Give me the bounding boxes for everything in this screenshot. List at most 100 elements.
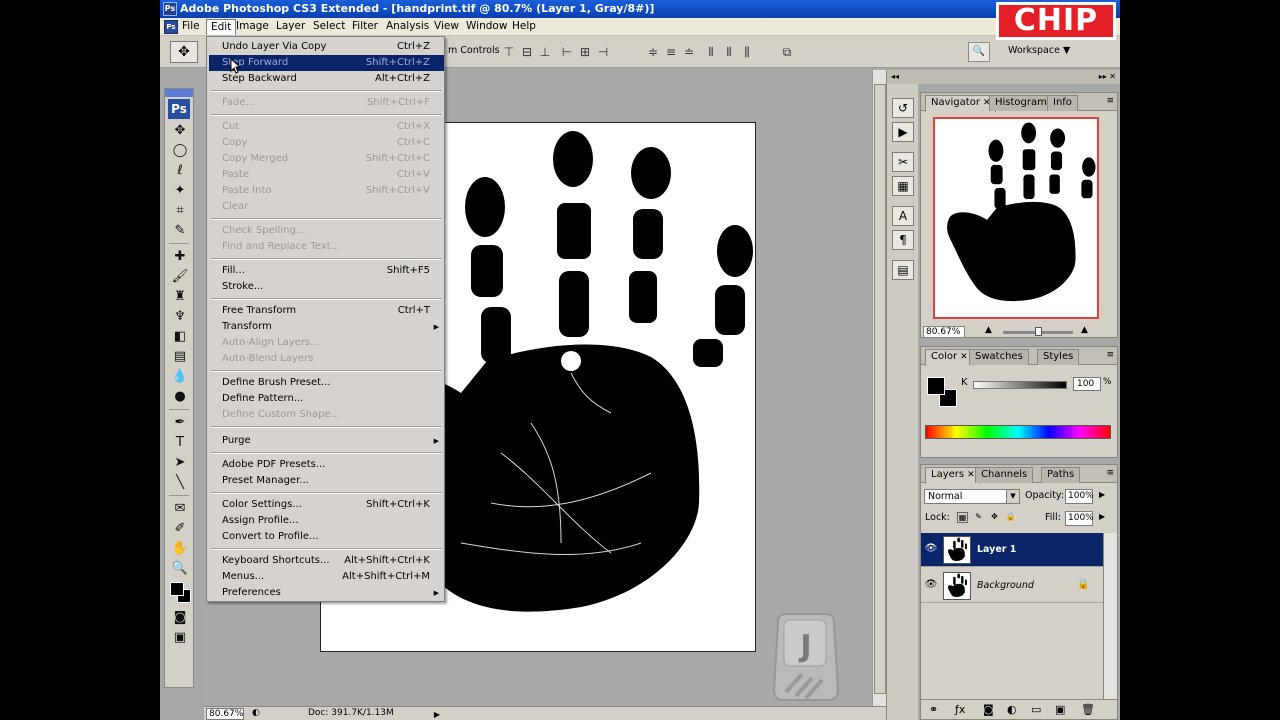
menu-item-free-transform[interactable]: Free Transform Ctrl+T — [209, 303, 444, 319]
menu-item-menus[interactable]: Menus... Alt+Shift+Ctrl+M — [209, 569, 444, 585]
adjustment-layer-icon[interactable]: ◐ — [1007, 703, 1017, 716]
align-vcenter-icon[interactable]: ⊟ — [520, 45, 534, 59]
align-left-icon[interactable]: ⊢ — [560, 45, 574, 59]
lock-position-icon[interactable]: ✥ — [989, 512, 1000, 523]
menu-layer[interactable]: Layer — [272, 19, 309, 35]
zoom-tool-icon[interactable]: 🔍 — [168, 559, 192, 578]
expand-dock-icon[interactable]: ◂◂ — [887, 70, 918, 84]
align-right-icon[interactable]: ⊣ — [596, 45, 610, 59]
menu-item-purge[interactable]: Purge ▶ — [209, 433, 444, 449]
menu-item-copy[interactable]: Copy Ctrl+C — [209, 135, 444, 151]
panel-menu-icon[interactable]: ≡ — [1106, 96, 1114, 106]
document-scrollbar[interactable] — [872, 70, 886, 706]
tab-info[interactable]: Info — [1047, 95, 1078, 111]
menu-item-transform[interactable]: Transform ▶ — [209, 319, 444, 335]
zoom-in-icon[interactable]: ▲ — [1081, 325, 1088, 335]
slice-tool-icon[interactable]: ✎ — [168, 221, 192, 240]
menu-item-undo[interactable]: Undo Layer Via Copy Ctrl+Z — [209, 39, 444, 55]
menu-item-clear[interactable]: Clear — [209, 199, 444, 215]
tool-presets-panel-icon[interactable]: ✂ — [892, 152, 914, 172]
blur-tool-icon[interactable]: 💧 — [168, 367, 192, 386]
eraser-tool-icon[interactable]: ◧ — [168, 327, 192, 346]
move-tool-preset-icon[interactable]: ✥ — [170, 41, 198, 63]
close-icon[interactable]: ✕ — [960, 352, 968, 362]
scrollbar-thumb[interactable] — [874, 84, 886, 694]
healing-brush-tool-icon[interactable]: ✚ — [168, 247, 192, 266]
align-hcenter-icon[interactable]: ⊞ — [578, 45, 592, 59]
auto-align-icon[interactable]: ⧉ — [780, 45, 794, 59]
layer-row-background[interactable]: 👁 Background 🔒 — [921, 569, 1103, 603]
status-menu-arrow-icon[interactable]: ▶ — [432, 708, 442, 720]
menu-item-paste-into[interactable]: Paste Into Shift+Ctrl+V — [209, 183, 444, 199]
menu-item-preset-manager[interactable]: Preset Manager... — [209, 473, 444, 489]
crop-tool-icon[interactable]: ⌗ — [168, 201, 192, 220]
menu-item-check-spelling[interactable]: Check Spelling... — [209, 223, 444, 239]
distribute-right-icon[interactable]: ⫼ — [740, 45, 754, 59]
opacity-field[interactable]: 100% — [1065, 489, 1094, 504]
menu-item-step-backward[interactable]: Step Backward Alt+Ctrl+Z — [209, 71, 444, 87]
color-panel-foreground[interactable] — [927, 377, 945, 395]
menu-item-pdf-presets[interactable]: Adobe PDF Presets... — [209, 457, 444, 473]
workspace-menu[interactable]: Workspace ▼ — [1008, 45, 1070, 56]
opacity-arrow-icon[interactable]: ▶ — [1099, 490, 1105, 499]
menu-select[interactable]: Select — [309, 19, 349, 35]
move-tool-icon[interactable]: ✥ — [168, 121, 192, 140]
color-spectrum-bar[interactable] — [925, 425, 1111, 439]
chevron-down-icon[interactable]: ▼ — [1006, 490, 1019, 503]
navigator-preview[interactable] — [933, 117, 1099, 319]
layer-style-icon[interactable]: ƒx — [955, 703, 965, 716]
menu-item-fill[interactable]: Fill... Shift+F5 — [209, 263, 444, 279]
bridge-icon[interactable]: 🔍 — [968, 42, 990, 62]
distribute-hcenter-icon[interactable]: ⦀ — [722, 45, 736, 59]
type-tool-icon[interactable]: T — [168, 433, 192, 452]
distribute-left-icon[interactable]: ⫴ — [704, 45, 718, 59]
tab-histogram[interactable]: Histogram — [989, 95, 1053, 111]
toolbox-logo[interactable]: Ps — [168, 99, 190, 119]
align-top-icon[interactable]: ⊤ — [502, 45, 516, 59]
distribute-vcenter-icon[interactable]: ≡ — [664, 45, 678, 59]
menu-item-define-brush[interactable]: Define Brush Preset... — [209, 375, 444, 391]
menu-image[interactable]: Image — [232, 19, 273, 35]
lock-all-icon[interactable]: 🔒 — [1005, 512, 1016, 523]
clone-stamp-tool-icon[interactable]: ♜ — [168, 287, 192, 306]
tab-channels[interactable]: Channels — [975, 467, 1034, 483]
menu-item-preferences[interactable]: Preferences ▶ — [209, 585, 444, 601]
navigator-zoom-field[interactable]: 80.67% — [923, 326, 965, 338]
menu-item-auto-blend[interactable]: Auto-Blend Layers — [209, 351, 444, 367]
path-selection-tool-icon[interactable]: ➤ — [168, 453, 192, 472]
screen-mode-icon[interactable]: ▣ — [168, 628, 192, 647]
menu-item-color-settings[interactable]: Color Settings... Shift+Ctrl+K — [209, 497, 444, 513]
character-panel-icon[interactable]: A — [892, 206, 914, 226]
color-swatches[interactable] — [168, 580, 192, 606]
panel-menu-icon[interactable]: ≡ — [1106, 350, 1114, 360]
menu-item-step-forward[interactable]: Step Forward Shift+Ctrl+Z — [209, 55, 444, 71]
menu-file[interactable]: File — [178, 19, 204, 35]
zoom-slider-handle[interactable] — [1035, 327, 1042, 336]
menu-window[interactable]: Window — [462, 19, 511, 35]
menu-analysis[interactable]: Analysis — [382, 19, 433, 35]
brushes-panel-icon[interactable]: ▦ — [892, 176, 914, 196]
notes-tool-icon[interactable]: ✉ — [168, 499, 192, 518]
menu-item-define-pattern[interactable]: Define Pattern... — [209, 391, 444, 407]
menu-item-convert-profile[interactable]: Convert to Profile... — [209, 529, 444, 545]
tab-swatches[interactable]: Swatches — [969, 349, 1029, 365]
brush-tool-icon[interactable]: 🖌 — [168, 267, 192, 286]
blend-mode-select[interactable]: Normal ▼ — [924, 489, 1020, 504]
marquee-tool-icon[interactable]: ◯ — [168, 141, 192, 160]
new-layer-icon[interactable]: ▣ — [1055, 703, 1065, 716]
dodge-tool-icon[interactable]: ● — [168, 387, 192, 406]
ps-menu-icon[interactable]: Ps — [164, 20, 178, 34]
toolbox-header[interactable] — [165, 89, 193, 97]
paragraph-panel-icon[interactable]: ¶ — [892, 230, 914, 250]
tab-color[interactable]: Color ✕ — [925, 349, 974, 366]
align-bottom-icon[interactable]: ⊥ — [538, 45, 552, 59]
k-value-field[interactable]: 100 — [1073, 377, 1101, 391]
menu-item-stroke[interactable]: Stroke... — [209, 279, 444, 295]
tab-styles[interactable]: Styles — [1037, 349, 1080, 365]
menu-item-copy-merged[interactable]: Copy Merged Shift+Ctrl+C — [209, 151, 444, 167]
menu-item-fade[interactable]: Fade... Shift+Ctrl+F — [209, 95, 444, 111]
transform-controls-label[interactable]: m Controls — [448, 45, 500, 56]
link-layers-icon[interactable]: ⚭ — [929, 703, 938, 716]
menu-filter[interactable]: Filter — [348, 19, 382, 35]
gradient-tool-icon[interactable]: ▤ — [168, 347, 192, 366]
